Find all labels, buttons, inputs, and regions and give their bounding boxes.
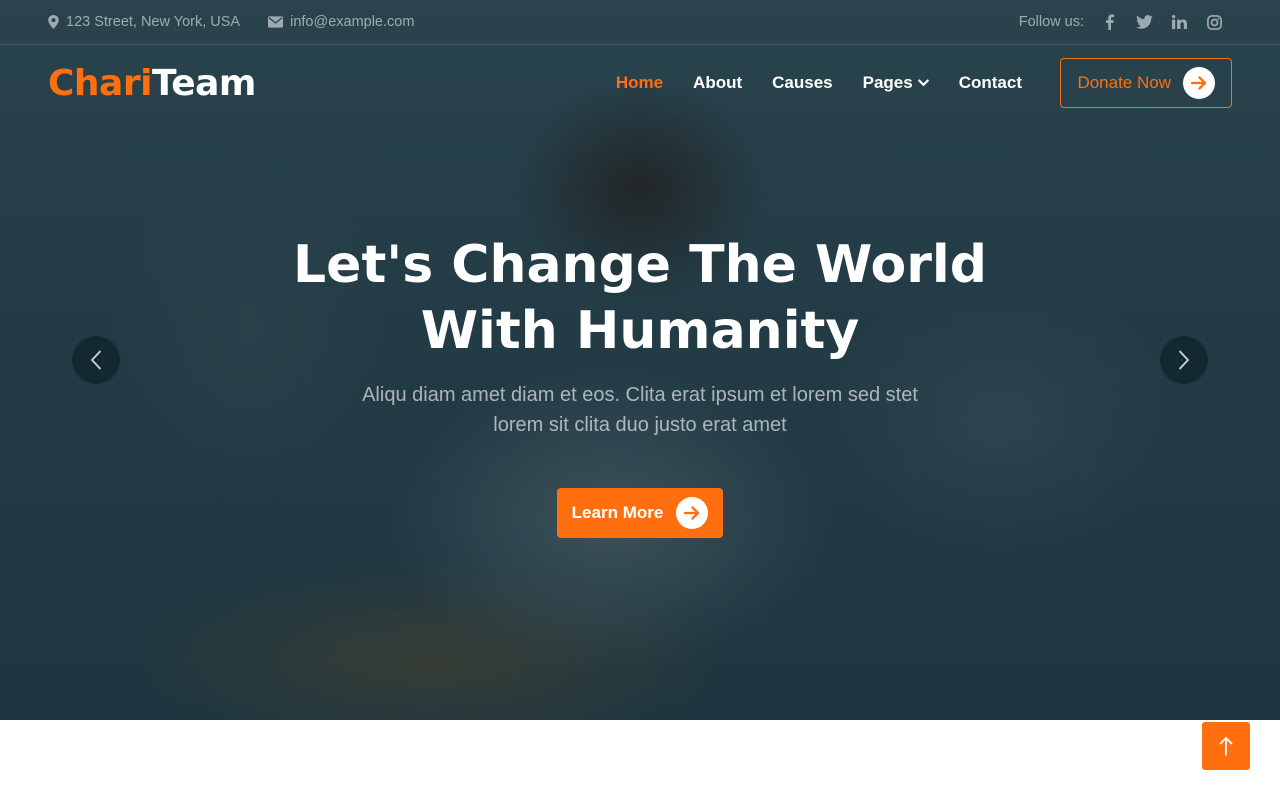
chevron-left-icon <box>90 350 101 370</box>
chevron-right-icon <box>1179 350 1190 370</box>
nav-item-causes[interactable]: Causes <box>772 73 832 93</box>
nav-item-contact[interactable]: Contact <box>959 73 1022 93</box>
map-marker-icon <box>48 15 59 29</box>
email-info: info@example.com <box>268 14 414 30</box>
nav-item-home[interactable]: Home <box>616 73 663 93</box>
brand-part-2: Team <box>151 62 257 104</box>
arrow-right-icon <box>676 497 709 529</box>
nav-item-about[interactable]: About <box>693 73 742 93</box>
hero-title-line-2: With Humanity <box>420 301 860 361</box>
follow-label: Follow us: <box>1018 14 1084 30</box>
arrow-up-icon <box>1219 737 1233 756</box>
main-nav: Home About Causes Pages Contact Donate N… <box>586 58 1232 108</box>
hero-subtitle: Aliqu diam amet diam et eos. Clita erat … <box>320 380 960 440</box>
nav-item-pages-label: Pages <box>862 73 913 92</box>
top-bar: 123 Street, New York, USA info@example.c… <box>0 0 1280 45</box>
nav-item-pages[interactable]: Pages <box>863 73 929 93</box>
hero-title-line-1: Let's Change The World <box>293 235 987 295</box>
email-text[interactable]: info@example.com <box>290 14 414 30</box>
hero-carousel: 123 Street, New York, USA info@example.c… <box>0 0 1280 720</box>
hero-subtitle-line-1: Aliqu diam amet diam et eos. Clita erat … <box>362 384 918 406</box>
carousel-prev-button[interactable] <box>72 336 120 384</box>
envelope-icon <box>268 16 284 28</box>
linkedin-icon[interactable] <box>1162 10 1197 34</box>
hero-subtitle-line-2: lorem sit clita duo justo erat amet <box>493 414 787 436</box>
navbar: ChariTeam Home About Causes Pages Contac… <box>0 45 1280 121</box>
hero-title: Let's Change The World With Humanity <box>240 232 1040 364</box>
address-info: 123 Street, New York, USA <box>48 14 240 30</box>
brand-logo[interactable]: ChariTeam <box>48 63 256 104</box>
address-text: 123 Street, New York, USA <box>66 14 241 30</box>
facebook-icon[interactable] <box>1092 10 1127 34</box>
chevron-down-icon <box>917 79 929 87</box>
carousel-next-button[interactable] <box>1160 336 1208 384</box>
learn-more-label: Learn More <box>571 503 664 522</box>
donate-now-label: Donate Now <box>1077 73 1171 92</box>
arrow-right-icon <box>1183 67 1215 99</box>
donate-now-button[interactable]: Donate Now <box>1060 58 1232 108</box>
twitter-icon[interactable] <box>1127 10 1162 34</box>
learn-more-button[interactable]: Learn More <box>557 488 723 538</box>
instagram-icon[interactable] <box>1197 10 1232 34</box>
brand-part-1: Chari <box>48 62 152 104</box>
back-to-top-button[interactable] <box>1202 722 1250 770</box>
